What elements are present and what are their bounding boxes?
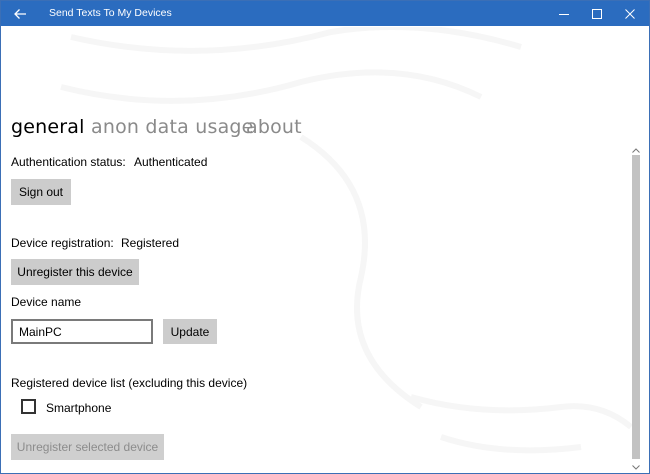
chevron-down-icon	[632, 464, 640, 470]
smartphone-checkbox[interactable]	[21, 399, 36, 414]
tab-general[interactable]: general	[11, 115, 85, 139]
close-icon	[624, 8, 635, 19]
sign-out-button[interactable]: Sign out	[11, 179, 71, 205]
smartphone-label: Smartphone	[46, 401, 112, 415]
unregister-this-device-button[interactable]: Unregister this device	[11, 259, 139, 285]
chevron-up-icon	[632, 147, 640, 153]
unregister-selected-device-button: Unregister selected device	[11, 434, 164, 460]
scroll-up-button[interactable]	[630, 145, 642, 155]
device-registration-label: Device registration:	[11, 236, 114, 250]
update-button[interactable]: Update	[163, 319, 217, 344]
scrollbar-thumb[interactable]	[632, 155, 640, 459]
close-button[interactable]	[613, 1, 646, 26]
back-arrow-icon	[14, 8, 26, 19]
vertical-scrollbar[interactable]	[630, 145, 642, 473]
scroll-down-button[interactable]	[630, 462, 642, 472]
tab-about[interactable]: about	[246, 115, 302, 139]
device-registration-value: Registered	[121, 236, 180, 250]
device-name-input[interactable]	[11, 319, 153, 344]
title-bar: Send Texts To My Devices	[1, 1, 649, 26]
registered-device-list-label: Registered device list (excluding this d…	[11, 376, 248, 390]
app-window: Send Texts To My Devices general anon da…	[0, 0, 650, 474]
authentication-status-label: Authentication status:	[11, 155, 126, 169]
minimize-icon	[558, 13, 569, 15]
back-button[interactable]	[1, 1, 39, 26]
page-content: general anon data usage about Authentica…	[1, 27, 649, 473]
authentication-status-value: Authenticated	[134, 155, 208, 169]
window-title: Send Texts To My Devices	[49, 7, 172, 19]
minimize-button[interactable]	[547, 1, 580, 26]
maximize-button[interactable]	[580, 1, 613, 26]
maximize-icon	[591, 8, 602, 19]
tab-anon-data-usage[interactable]: anon data usage	[91, 115, 254, 139]
device-name-label: Device name	[11, 295, 82, 309]
